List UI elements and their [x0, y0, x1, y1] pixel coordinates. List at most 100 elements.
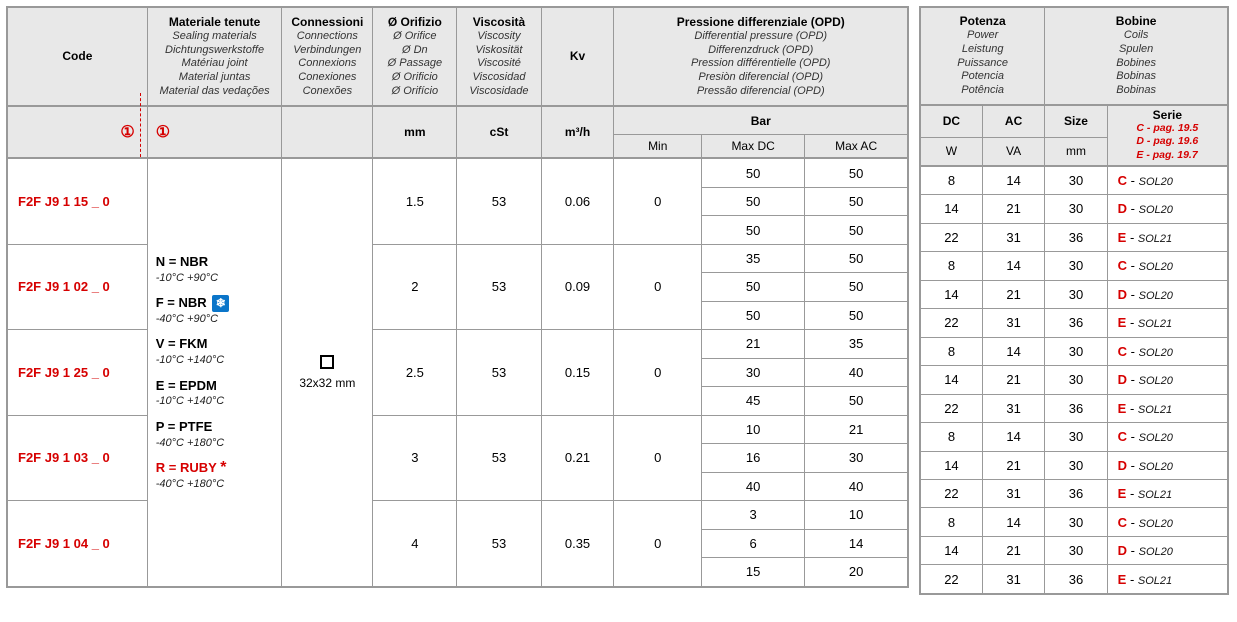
- w-0-0: 8: [920, 166, 982, 195]
- size-2-2: 36: [1045, 394, 1107, 422]
- p30dc: 10: [702, 415, 805, 443]
- serie-2-0: C - SOL20: [1107, 337, 1228, 365]
- va-4-0: 14: [982, 508, 1044, 536]
- code-0: F2F J9 1 15 _ 0: [7, 158, 147, 244]
- sub-blank-conn: [282, 106, 373, 158]
- size-0-2: 36: [1045, 223, 1107, 251]
- serie-4-1: D - SOL20: [1107, 536, 1228, 564]
- sub-maxdc: Max DC: [702, 134, 805, 158]
- serie-2-2: E - SOL21: [1107, 394, 1228, 422]
- p20dc: 21: [702, 330, 805, 358]
- w-4-2: 22: [920, 565, 982, 594]
- size-0-0: 30: [1045, 166, 1107, 195]
- p30ac: 21: [805, 415, 908, 443]
- va-3-2: 31: [982, 480, 1044, 508]
- sub-w: W: [920, 138, 982, 166]
- hdr-coils: Bobine Coils Spulen Bobines Bobinas Bobi…: [1045, 7, 1228, 105]
- va-2-0: 14: [982, 337, 1044, 365]
- sub-dc: DC: [920, 105, 982, 138]
- sub-serie: Serie C - pag. 19.5 D - pag. 19.6 E - pa…: [1107, 105, 1228, 166]
- sub-m3h: m³/h: [541, 106, 614, 158]
- kv-4: 0.35: [541, 501, 614, 587]
- serie-0-2: E - SOL21: [1107, 223, 1228, 251]
- min-3: 0: [614, 415, 702, 500]
- code-2: F2F J9 1 25 _ 0: [7, 330, 147, 415]
- w-2-1: 14: [920, 366, 982, 394]
- va-2-1: 21: [982, 366, 1044, 394]
- w-3-0: 8: [920, 423, 982, 451]
- p12dc: 50: [702, 301, 805, 329]
- size-4-1: 30: [1045, 536, 1107, 564]
- p22dc: 45: [702, 387, 805, 415]
- serie-0-0: C - SOL20: [1107, 166, 1228, 195]
- va-4-1: 21: [982, 536, 1044, 564]
- w-2-0: 8: [920, 337, 982, 365]
- hdr-conn: Connessioni Connections Verbindungen Con…: [282, 7, 373, 106]
- w-4-1: 14: [920, 536, 982, 564]
- mm-2: 2.5: [373, 330, 457, 415]
- sub-size: Size: [1045, 105, 1107, 138]
- sub-va: VA: [982, 138, 1044, 166]
- code-1: F2F J9 1 02 _ 0: [7, 244, 147, 329]
- va-0-1: 21: [982, 195, 1044, 223]
- size-0-1: 30: [1045, 195, 1107, 223]
- serie-1-2: E - SOL21: [1107, 309, 1228, 337]
- size-1-1: 30: [1045, 280, 1107, 308]
- w-1-0: 8: [920, 252, 982, 280]
- sub-mm: mm: [373, 106, 457, 158]
- serie-3-0: C - SOL20: [1107, 423, 1228, 451]
- w-3-1: 14: [920, 451, 982, 479]
- size-1-0: 30: [1045, 252, 1107, 280]
- va-3-1: 21: [982, 451, 1044, 479]
- p21ac: 40: [805, 358, 908, 386]
- w-2-2: 22: [920, 394, 982, 422]
- hdr-visc: Viscosità Viscosity Viskosität Viscosité…: [457, 7, 541, 106]
- p02ac: 50: [805, 216, 908, 244]
- p32dc: 40: [702, 472, 805, 500]
- p42ac: 20: [805, 558, 908, 587]
- mm-1: 2: [373, 244, 457, 329]
- serie-0-1: D - SOL20: [1107, 195, 1228, 223]
- p32ac: 40: [805, 472, 908, 500]
- serie-1-1: D - SOL20: [1107, 280, 1228, 308]
- va-0-0: 14: [982, 166, 1044, 195]
- right-table: Potenza Power Leistung Puissance Potenci…: [919, 6, 1229, 595]
- va-1-0: 14: [982, 252, 1044, 280]
- p01dc: 50: [702, 187, 805, 215]
- p21dc: 30: [702, 358, 805, 386]
- sub-bar: Bar: [614, 106, 908, 134]
- hdr-orifice: Ø Orifizio Ø Orifice Ø Dn Ø Passage Ø Or…: [373, 7, 457, 106]
- serie-4-0: C - SOL20: [1107, 508, 1228, 536]
- w-3-2: 22: [920, 480, 982, 508]
- p41dc: 6: [702, 529, 805, 557]
- p00ac: 50: [805, 158, 908, 187]
- size-3-2: 36: [1045, 480, 1107, 508]
- p31ac: 30: [805, 444, 908, 472]
- size-1-2: 36: [1045, 309, 1107, 337]
- note1-mat: ①: [147, 106, 282, 158]
- cst-3: 53: [457, 415, 541, 500]
- code-3: F2F J9 1 03 _ 0: [7, 415, 147, 500]
- size-4-2: 36: [1045, 565, 1107, 594]
- w-1-1: 14: [920, 280, 982, 308]
- cst-0: 53: [457, 158, 541, 244]
- va-3-0: 14: [982, 423, 1044, 451]
- serie-3-2: E - SOL21: [1107, 480, 1228, 508]
- cst-4: 53: [457, 501, 541, 587]
- p00dc: 50: [702, 158, 805, 187]
- serie-4-2: E - SOL21: [1107, 565, 1228, 594]
- main-table: Code Materiale tenute Sealing materials …: [6, 6, 909, 588]
- kv-0: 0.06: [541, 158, 614, 244]
- serie-3-1: D - SOL20: [1107, 451, 1228, 479]
- size-2-0: 30: [1045, 337, 1107, 365]
- p11ac: 50: [805, 273, 908, 301]
- p02dc: 50: [702, 216, 805, 244]
- p11dc: 50: [702, 273, 805, 301]
- min-4: 0: [614, 501, 702, 587]
- kv-2: 0.15: [541, 330, 614, 415]
- p40ac: 10: [805, 501, 908, 529]
- square-icon: [320, 355, 334, 369]
- size-2-1: 30: [1045, 366, 1107, 394]
- p10dc: 35: [702, 244, 805, 272]
- va-0-2: 31: [982, 223, 1044, 251]
